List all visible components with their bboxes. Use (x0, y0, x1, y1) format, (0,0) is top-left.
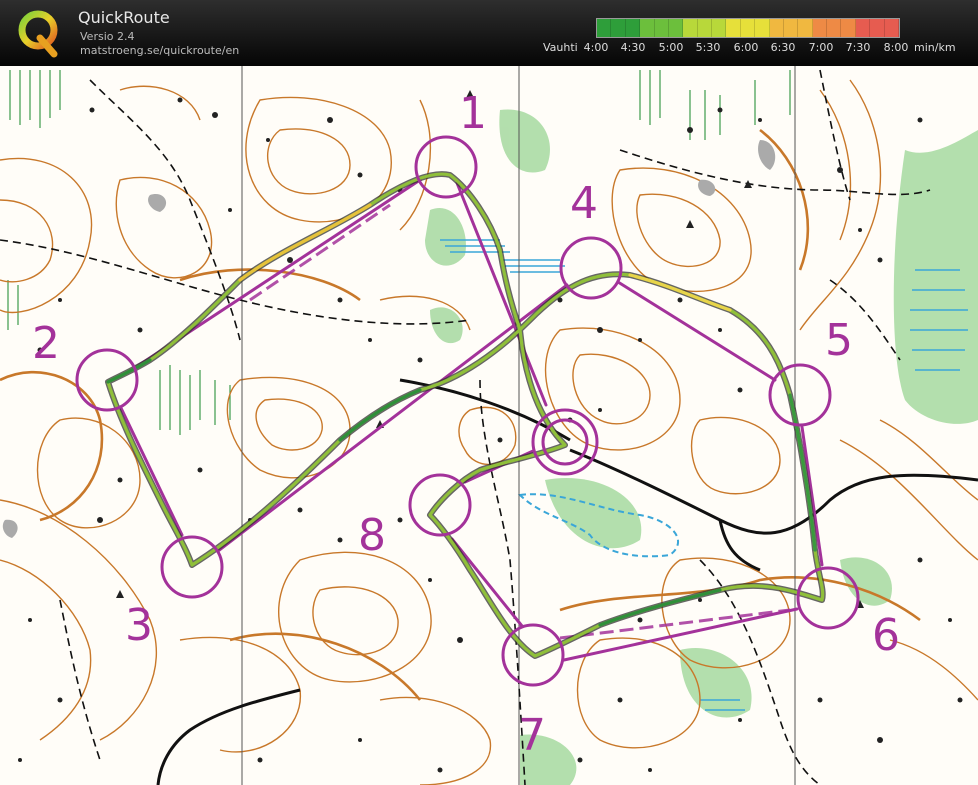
header-bar: QuickRoute Versio 2.4 matstroeng.se/quic… (0, 0, 978, 66)
pace-color-swatch (755, 19, 770, 37)
undergrowth-stripes (7, 70, 791, 435)
orienteering-map[interactable]: 1 2 3 4 5 6 7 8 (0, 66, 978, 785)
pace-color-swatch (884, 19, 899, 37)
pace-color-swatch (697, 19, 712, 37)
pace-tick-label: 4:00 (583, 41, 609, 54)
pace-color-swatch (597, 19, 612, 37)
course-lines-dashed (249, 203, 791, 640)
control-number-5: 5 (825, 315, 853, 366)
contour-lines (0, 79, 978, 785)
quickroute-q-logo-icon (18, 10, 58, 58)
pace-color-swatch (870, 19, 885, 37)
pace-color-swatch (740, 19, 756, 37)
pace-color-swatch (841, 19, 856, 37)
control-number-3: 3 (125, 600, 153, 651)
gps-route-pace-segments (106, 203, 817, 627)
pace-tick-label: 5:30 (695, 41, 721, 54)
pace-color-swatch (769, 19, 784, 37)
control-number-8: 8 (358, 510, 386, 561)
app-url: matstroeng.se/quickroute/en (80, 44, 240, 57)
pace-color-swatch (798, 19, 813, 37)
pace-legend-title: Vauhti (543, 41, 578, 54)
pace-tick-label: 7:00 (808, 41, 834, 54)
pace-color-swatch (712, 19, 727, 37)
pace-color-swatch (625, 19, 641, 37)
pace-color-swatch (683, 19, 698, 37)
pace-tick-label: 5:00 (658, 41, 684, 54)
pace-tick-label: 8:00 (883, 41, 909, 54)
vegetation-areas (425, 109, 978, 785)
pace-color-swatch (855, 19, 871, 37)
pace-color-swatch (827, 19, 842, 37)
rocks-and-boulders (18, 90, 963, 773)
pace-legend-unit: min/km (914, 41, 956, 54)
pace-color-scale (596, 18, 900, 38)
control-number-4: 4 (570, 178, 598, 229)
quickroute-window: QuickRoute Versio 2.4 matstroeng.se/quic… (0, 0, 978, 785)
pace-tick-label: 6:00 (733, 41, 759, 54)
pace-color-swatch (611, 19, 626, 37)
control-number-1: 1 (459, 88, 487, 139)
pace-color-swatch (812, 19, 827, 37)
pace-tick-label: 4:30 (620, 41, 646, 54)
app-version: Versio 2.4 (80, 30, 135, 43)
pace-color-swatch (654, 19, 669, 37)
pace-tick-label: 6:30 (770, 41, 796, 54)
control-number-6: 6 (872, 610, 900, 661)
control-number-2: 2 (32, 318, 60, 369)
pace-color-swatch (640, 19, 655, 37)
app-title: QuickRoute (78, 8, 170, 27)
pace-tick-label: 7:30 (845, 41, 871, 54)
pace-color-swatch (783, 19, 799, 37)
pace-color-swatch (726, 19, 741, 37)
pace-color-swatch (668, 19, 684, 37)
control-number-7: 7 (518, 710, 546, 761)
